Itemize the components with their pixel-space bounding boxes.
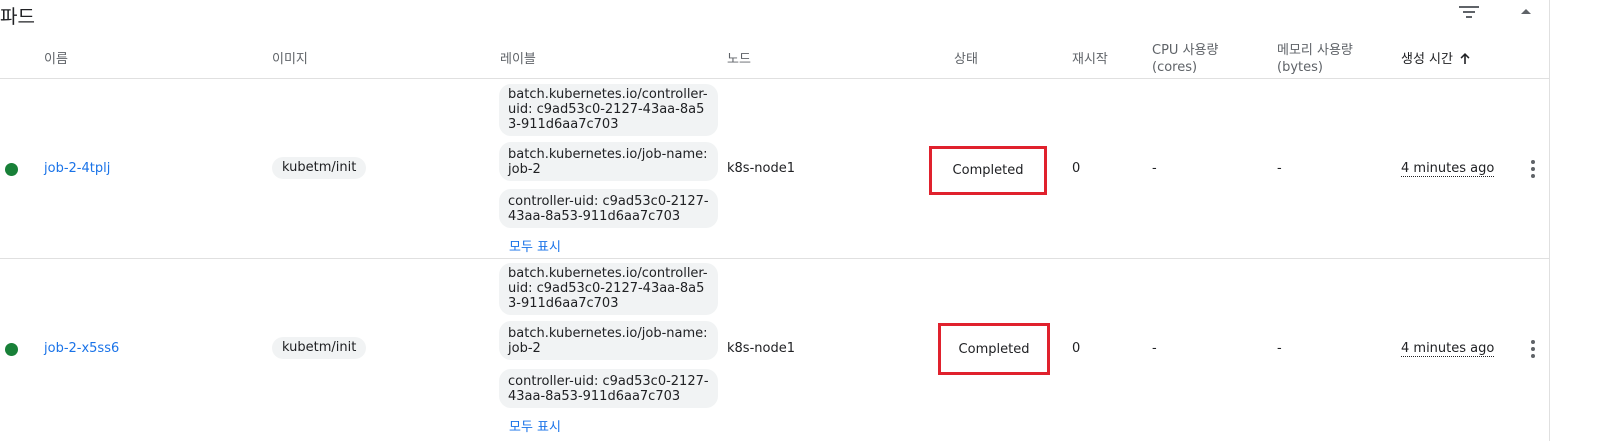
status-ok-icon xyxy=(5,163,18,176)
column-header-name[interactable]: 이름 xyxy=(44,51,68,68)
label-chip: batch.kubernetes.io/job-name: job-2 xyxy=(499,321,718,360)
node-name: k8s-node1 xyxy=(727,161,795,176)
label-chip: batch.kubernetes.io/controller-uid: c9ad… xyxy=(499,263,718,315)
arrow-upward-icon xyxy=(1456,52,1470,66)
table-right-border xyxy=(1549,0,1550,441)
column-header-created-label: 생성 시간 xyxy=(1401,52,1453,67)
row-divider xyxy=(0,258,1550,259)
column-header-cpu[interactable]: CPU 사용량 (cores) xyxy=(1152,42,1218,76)
memory-usage: - xyxy=(1277,341,1282,356)
cpu-usage: - xyxy=(1152,341,1157,356)
chevron-up-icon[interactable] xyxy=(1518,4,1534,18)
more-vert-icon[interactable] xyxy=(1530,160,1536,178)
status-badge: Completed xyxy=(929,146,1047,195)
status-ok-icon xyxy=(5,343,18,356)
column-header-node[interactable]: 노드 xyxy=(727,51,751,68)
created-time: 4 minutes ago xyxy=(1401,161,1495,177)
status-text: Completed xyxy=(958,341,1030,357)
column-header-memory-line2: (bytes) xyxy=(1277,60,1323,75)
column-header-created[interactable]: 생성 시간 xyxy=(1401,51,1470,68)
column-header-cpu-line2: (cores) xyxy=(1152,60,1198,75)
column-header-image[interactable]: 이미지 xyxy=(272,51,308,68)
label-chip: batch.kubernetes.io/controller-uid: c9ad… xyxy=(499,84,718,136)
node-name: k8s-node1 xyxy=(727,341,795,356)
restart-count: 0 xyxy=(1072,161,1081,176)
column-header-labels: 레이블 xyxy=(500,52,536,67)
image-chip: kubetm/init xyxy=(272,157,367,179)
show-all-labels-link[interactable]: 모두 표시 xyxy=(509,416,561,435)
column-header-memory[interactable]: 메모리 사용량 (bytes) xyxy=(1277,42,1353,76)
section-title: 파드 xyxy=(0,6,35,28)
header-divider xyxy=(0,78,1550,79)
label-chip: batch.kubernetes.io/job-name: job-2 xyxy=(499,142,718,181)
cpu-usage: - xyxy=(1152,161,1157,176)
filter-list-icon[interactable] xyxy=(1458,4,1480,20)
image-chip: kubetm/init xyxy=(272,337,367,359)
pod-name-link[interactable]: job-2-4tplj xyxy=(44,161,110,176)
status-badge: Completed xyxy=(938,323,1050,375)
column-header-status[interactable]: 상태 xyxy=(954,51,978,68)
column-header-restarts[interactable]: 재시작 xyxy=(1072,51,1108,68)
memory-usage: - xyxy=(1277,161,1282,176)
restart-count: 0 xyxy=(1072,341,1081,356)
show-all-labels-link[interactable]: 모두 표시 xyxy=(509,236,561,255)
column-header-cpu-line1: CPU 사용량 xyxy=(1152,43,1219,58)
more-vert-icon[interactable] xyxy=(1530,340,1536,358)
created-time: 4 minutes ago xyxy=(1401,341,1495,357)
status-text: Completed xyxy=(952,163,1024,178)
column-header-memory-line1: 메모리 사용량 xyxy=(1277,43,1353,58)
pod-name-link[interactable]: job-2-x5ss6 xyxy=(44,341,119,356)
label-chip: controller-uid: c9ad53c0-2127-43aa-8a53-… xyxy=(499,189,718,228)
label-chip: controller-uid: c9ad53c0-2127-43aa-8a53-… xyxy=(499,369,718,408)
